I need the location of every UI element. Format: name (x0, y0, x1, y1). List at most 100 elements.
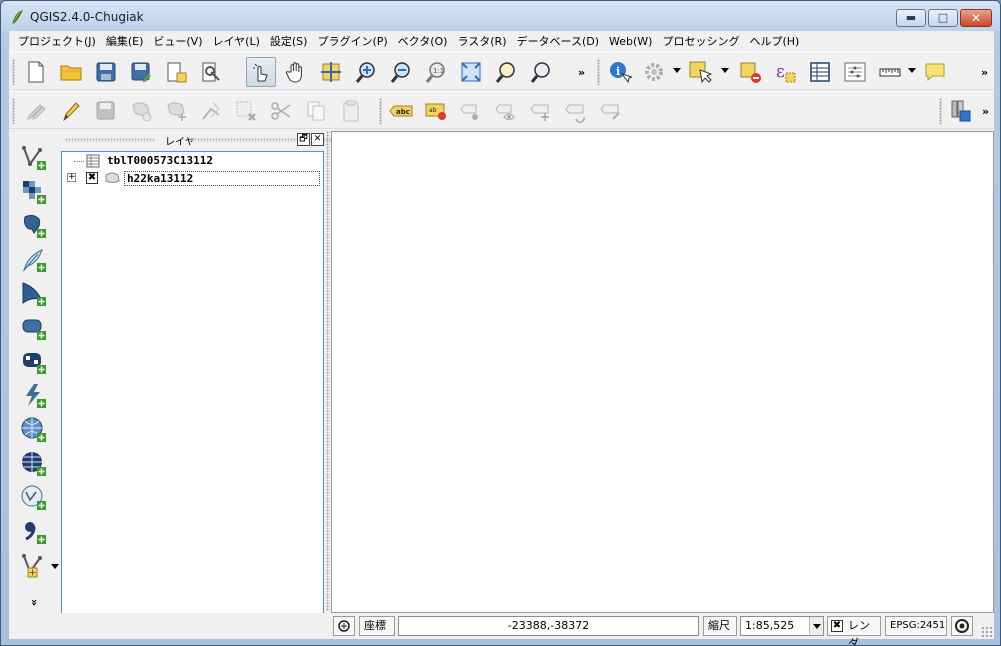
zoom-out-button[interactable] (386, 57, 416, 87)
crs-status-button[interactable] (951, 616, 973, 636)
toolbar-handle[interactable] (12, 98, 15, 124)
add-postgis-layer-button[interactable] (19, 211, 49, 241)
delete-selected-button[interactable] (231, 96, 261, 126)
zoom-full-button[interactable] (456, 57, 486, 87)
toolbar-handle[interactable] (939, 98, 942, 124)
minimize-button[interactable]: ▬ (896, 9, 926, 27)
messages-button[interactable] (333, 616, 355, 636)
pan-to-selection-button[interactable] (316, 57, 346, 87)
show-hide-labels-button[interactable] (491, 96, 521, 126)
action-dropdown-arrow[interactable] (673, 68, 681, 73)
map-canvas[interactable] (331, 131, 994, 613)
select-by-expression-button[interactable]: ε (770, 57, 800, 87)
coordinate-field[interactable]: -23388,-38372 (398, 616, 699, 636)
pin-labels-button[interactable] (456, 96, 486, 126)
move-feature-button[interactable] (161, 96, 191, 126)
select-dropdown-arrow[interactable] (721, 68, 729, 73)
menu-edit[interactable]: 編集(E) (101, 33, 149, 49)
toolbar-handle[interactable] (597, 59, 600, 85)
zoom-actual-size-button[interactable]: 1:1 (421, 57, 451, 87)
rotate-label-button[interactable] (561, 96, 591, 126)
menu-raster[interactable]: ラスタ(R) (452, 33, 511, 49)
map-tips-button[interactable] (920, 57, 950, 87)
add-mssql-layer-button[interactable] (19, 279, 49, 309)
new-shapefile-layer-button[interactable] (19, 551, 49, 581)
add-wmts-layer-button[interactable] (19, 449, 49, 479)
open-project-button[interactable] (56, 57, 86, 87)
label-tool-button[interactable]: abc (386, 96, 416, 126)
plugin-toolbar-button[interactable] (946, 96, 976, 126)
toolbar-overflow-chevron-right[interactable]: » (981, 66, 988, 79)
render-checkbox[interactable]: ✖ (831, 620, 843, 632)
panel-close-button[interactable]: ✕ (311, 133, 324, 146)
menu-processing[interactable]: プロセッシング (657, 33, 744, 49)
layer-row-table[interactable]: tblT000573C13112 (62, 153, 323, 169)
save-layer-edits-button[interactable] (91, 96, 121, 126)
paste-features-button[interactable] (336, 96, 366, 126)
menu-web[interactable]: Web(W) (604, 35, 657, 48)
expand-toggle[interactable]: + (67, 173, 76, 182)
zoom-to-selection-button[interactable] (526, 57, 556, 87)
resize-grip[interactable] (981, 626, 993, 638)
run-feature-action-button[interactable] (639, 57, 669, 87)
toggle-editing-button[interactable] (56, 96, 86, 126)
copy-features-button[interactable] (301, 96, 331, 126)
menu-project[interactable]: プロジェクト(J) (13, 33, 101, 49)
menu-vector[interactable]: ベクタ(O) (393, 33, 453, 49)
cut-features-button[interactable] (266, 96, 296, 126)
add-wcs-layer-button[interactable] (19, 347, 49, 377)
menu-help[interactable]: ヘルプ(H) (744, 33, 804, 49)
toolbar-overflow-chevron-row2[interactable]: » (982, 105, 989, 118)
save-as-button[interactable] (126, 57, 156, 87)
add-wfs-layer-button[interactable] (19, 483, 49, 513)
vtoolbar-overflow-chevron[interactable]: » (28, 599, 41, 606)
add-feature-button[interactable] (126, 96, 156, 126)
save-project-button[interactable] (91, 57, 121, 87)
composer-manager-button[interactable] (196, 57, 226, 87)
add-virtual-layer-button[interactable] (19, 517, 49, 547)
menu-database[interactable]: データベース(D) (512, 33, 605, 49)
layer-tree[interactable]: tblT000573C13112 + ✖ h22ka13112 (61, 151, 324, 614)
close-button[interactable]: ✕ (960, 9, 992, 27)
add-spatialite-layer-button[interactable] (19, 245, 49, 275)
layers-panel-titlebar[interactable]: レイヤ 🗗 ✕ (61, 131, 339, 149)
menu-view[interactable]: ビュー(V) (148, 33, 207, 49)
open-attribute-table-button[interactable] (805, 57, 835, 87)
toolbar-handle[interactable] (379, 98, 382, 124)
add-wms-layer-button[interactable] (19, 415, 49, 445)
new-project-button[interactable] (21, 57, 51, 87)
pan-map-touch-button[interactable] (246, 57, 276, 87)
toolbar-overflow-chevron[interactable]: » (578, 66, 585, 79)
menu-settings[interactable]: 設定(S) (265, 33, 313, 49)
render-toggle[interactable]: ✖ レンダ (827, 616, 881, 645)
maximize-button[interactable]: □ (928, 9, 958, 27)
move-label-button[interactable] (526, 96, 556, 126)
add-raster-layer-button[interactable] (19, 177, 49, 207)
zoom-in-button[interactable] (351, 57, 381, 87)
toolbar-handle[interactable] (12, 59, 15, 85)
layer-visibility-checkbox[interactable]: ✖ (86, 172, 98, 184)
add-oracle-layer-button[interactable] (19, 313, 49, 343)
crs-button[interactable]: EPSG:2451 (885, 616, 947, 636)
select-features-button[interactable] (685, 57, 715, 87)
new-print-composer-button[interactable] (161, 57, 191, 87)
title-bar[interactable]: QGIS2.4.0-Chugiak ▬ □ ✕ (1, 1, 1000, 31)
menu-layer[interactable]: レイヤ(L) (207, 33, 264, 49)
panel-splitter[interactable] (326, 131, 330, 611)
zoom-to-layer-button[interactable] (491, 57, 521, 87)
identify-features-button[interactable]: i (605, 57, 635, 87)
panel-float-button[interactable]: 🗗 (297, 133, 310, 146)
change-label-button[interactable] (596, 96, 626, 126)
field-calculator-button[interactable] (840, 57, 870, 87)
pan-map-button[interactable] (281, 57, 311, 87)
new-layer-dropdown-arrow[interactable] (51, 564, 59, 569)
menu-plugins[interactable]: プラグイン(P) (312, 33, 392, 49)
add-vector-layer-button[interactable] (19, 143, 49, 173)
scale-dropdown-button[interactable] (809, 617, 823, 635)
layer-row-polygon[interactable]: + ✖ h22ka13112 (62, 170, 323, 186)
deselect-features-button[interactable] (735, 57, 765, 87)
measure-dropdown-arrow[interactable] (908, 68, 916, 73)
layer-labeling-options-button[interactable]: ab (421, 96, 451, 126)
node-tool-button[interactable] (196, 96, 226, 126)
measure-line-button[interactable] (875, 57, 905, 87)
